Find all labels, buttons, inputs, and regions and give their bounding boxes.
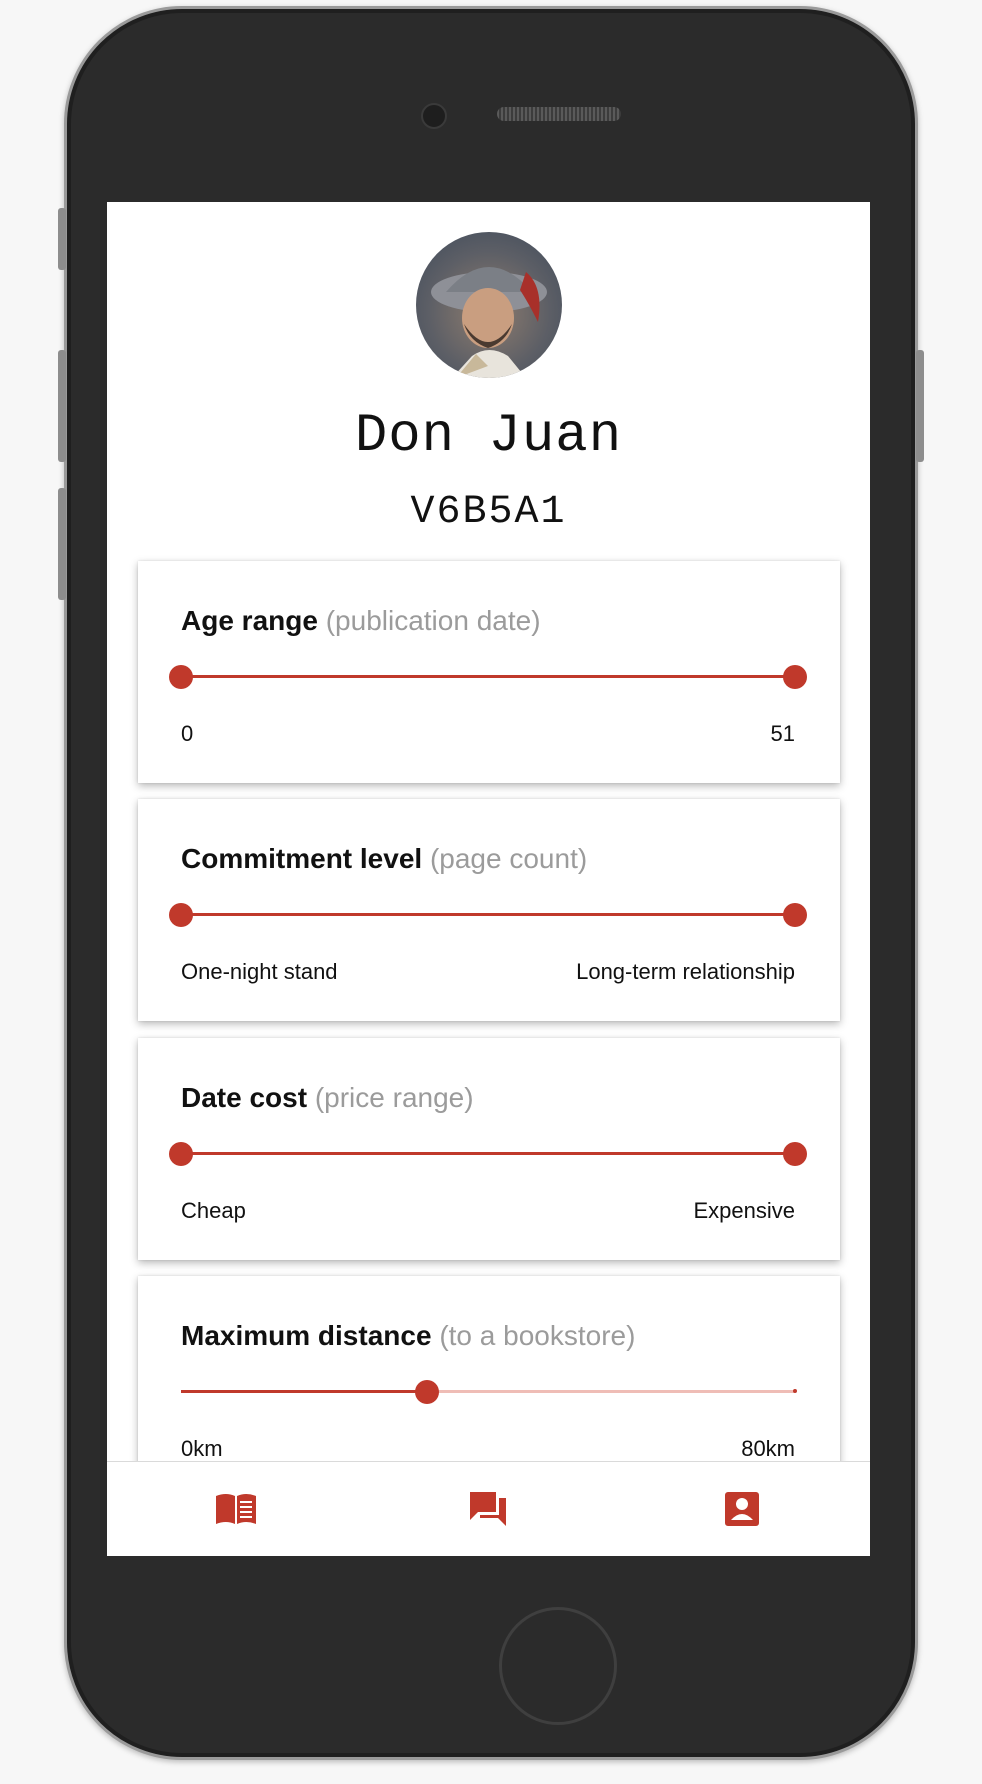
filter-title-subtitle: (to a bookstore) (439, 1320, 636, 1351)
nav-books[interactable] (213, 1488, 259, 1530)
power-button (916, 350, 924, 462)
filter-title-label: Age range (181, 605, 318, 636)
filter-card-age-range: Age range (publication date) 0 51 (138, 561, 840, 783)
bottom-nav (107, 1461, 870, 1556)
filter-card-commitment-level: Commitment level (page count) One-night … (138, 799, 840, 1021)
volume-up-button (58, 350, 66, 462)
volume-down-button (58, 488, 66, 600)
app-screen: Don Juan V6B5A1 Age range (publication d… (107, 202, 870, 1556)
slider-max-thumb[interactable] (783, 1142, 807, 1166)
slider-min-thumb[interactable] (169, 903, 193, 927)
filter-title-label: Date cost (181, 1082, 308, 1113)
profile-icon (725, 1492, 759, 1526)
filter-title: Age range (publication date) (181, 605, 541, 637)
filter-title: Commitment level (page count) (181, 843, 587, 875)
nav-profile[interactable] (719, 1488, 765, 1530)
nav-messages[interactable] (465, 1488, 511, 1530)
slider-min-label: One-night stand (181, 959, 338, 984)
slider-max-thumb[interactable] (783, 665, 807, 689)
filter-title-label: Maximum distance (181, 1320, 432, 1351)
filter-title: Date cost (price range) (181, 1082, 474, 1114)
slider-thumb[interactable] (414, 1380, 439, 1404)
commitment-level-slider[interactable] (169, 903, 807, 927)
slider-max-label: Long-term relationship (576, 959, 795, 984)
date-cost-slider[interactable] (169, 1142, 807, 1166)
slider-max-label: 80km (741, 1436, 795, 1461)
slider-max-label: 51 (770, 721, 795, 746)
age-range-slider[interactable] (169, 665, 807, 689)
slider-min-thumb[interactable] (169, 665, 193, 689)
silent-switch (58, 208, 66, 270)
slider-fill (181, 1390, 427, 1393)
profile-code: V6B5A1 (410, 490, 567, 535)
front-camera (421, 103, 447, 129)
slider-min-label: Cheap (181, 1198, 246, 1223)
slider-min-label: 0 (181, 721, 194, 746)
slider-min-thumb[interactable] (169, 1142, 193, 1166)
home-button[interactable] (499, 1607, 617, 1725)
book-icon (216, 1494, 256, 1524)
slider-max-thumb[interactable] (783, 903, 807, 927)
chat-icon (470, 1492, 506, 1526)
filter-title-subtitle: (page count) (429, 843, 588, 874)
slider-min-label: 0km (181, 1436, 223, 1461)
speaker-grille (497, 107, 621, 121)
avatar (416, 232, 562, 378)
slider-end-marker (793, 1389, 797, 1393)
maximum-distance-slider[interactable] (181, 1380, 797, 1404)
filter-card-date-cost: Date cost (price range) Cheap Expensive (138, 1038, 840, 1260)
filter-title: Maximum distance (to a bookstore) (181, 1320, 635, 1352)
filter-title-subtitle: (publication date) (325, 605, 541, 636)
filter-title-label: Commitment level (181, 843, 423, 874)
profile-name: Don Juan (354, 406, 623, 467)
filter-title-subtitle: (price range) (314, 1082, 474, 1113)
slider-max-label: Expensive (693, 1198, 795, 1223)
